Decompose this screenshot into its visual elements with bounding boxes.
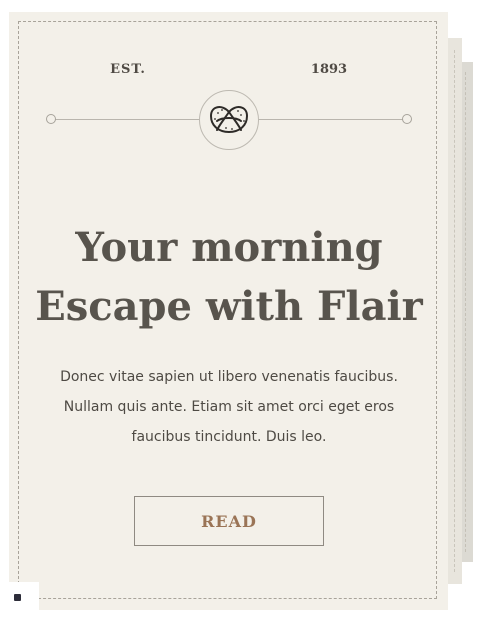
divider-dot-right [402, 114, 412, 124]
year-label: 1893 [310, 62, 348, 77]
promo-card: EST. 1893 Your morning Escape with Flair… [9, 12, 448, 610]
divider-left [55, 119, 200, 120]
pretzel-logo [199, 90, 259, 150]
read-button[interactable]: READ [134, 496, 324, 546]
card-stack-middle [448, 38, 462, 584]
headline-line-1: Your morning [75, 224, 383, 271]
divider-right [258, 119, 403, 120]
square-icon [14, 594, 21, 601]
body-text: Donec vitae sapien ut libero venenatis f… [60, 369, 398, 445]
corner-widget[interactable] [9, 582, 39, 610]
pretzel-icon [210, 106, 248, 133]
divider-dot-left [46, 114, 56, 124]
headline-line-2: Escape with Flair [35, 283, 423, 330]
headline: Your morning Escape with Flair [29, 218, 429, 336]
